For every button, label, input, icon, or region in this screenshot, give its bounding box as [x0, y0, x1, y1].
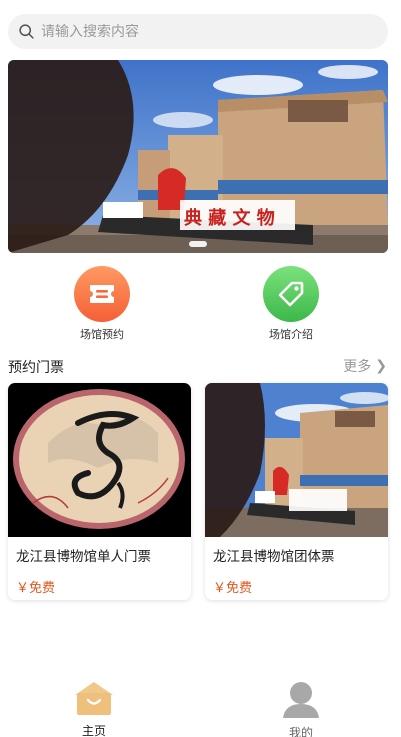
more-label: 更多 [343, 359, 372, 375]
banner-image: 典 藏 文 物 [8, 60, 388, 253]
tab-label: 我的 [288, 726, 313, 737]
more-link[interactable]: 更多 ❯ [343, 356, 387, 376]
banner-sign-text: 典 藏 文 物 [184, 207, 275, 229]
tab-home[interactable]: 主页 [64, 680, 124, 737]
tag-icon [263, 266, 319, 322]
section-title: 预约门票 [8, 360, 64, 376]
chevron-right-icon: ❯ [375, 358, 387, 374]
ticket-card[interactable]: 龙江县博物馆单人门票 ￥免费 [8, 383, 191, 600]
search-bar[interactable] [8, 14, 388, 49]
ticket-card[interactable]: 龙江县博物馆团体票 ￥免费 [205, 383, 388, 600]
tab-label: 主页 [81, 724, 106, 737]
tab-mine[interactable]: 我的 [271, 680, 331, 737]
ticket-image [205, 383, 388, 537]
quick-link-label: 场馆介绍 [269, 328, 313, 341]
banner-carousel[interactable]: 典 藏 文 物 [8, 60, 388, 253]
search-input[interactable] [41, 23, 341, 40]
ticket-icon [74, 266, 130, 322]
user-icon [283, 682, 319, 718]
ticket-price: ￥免费 [16, 581, 56, 596]
quick-link-venue-booking[interactable]: 场馆预约 [62, 266, 142, 342]
home-icon [75, 682, 113, 715]
quick-link-label: 场馆预约 [80, 328, 124, 341]
search-icon [19, 24, 34, 39]
ticket-image [8, 383, 191, 537]
ticket-name: 龙江县博物馆团体票 [213, 549, 335, 565]
carousel-indicator[interactable] [189, 241, 207, 247]
ticket-price: ￥免费 [213, 581, 253, 596]
quick-link-venue-intro[interactable]: 场馆介绍 [251, 266, 331, 342]
ticket-name: 龙江县博物馆单人门票 [16, 549, 151, 565]
